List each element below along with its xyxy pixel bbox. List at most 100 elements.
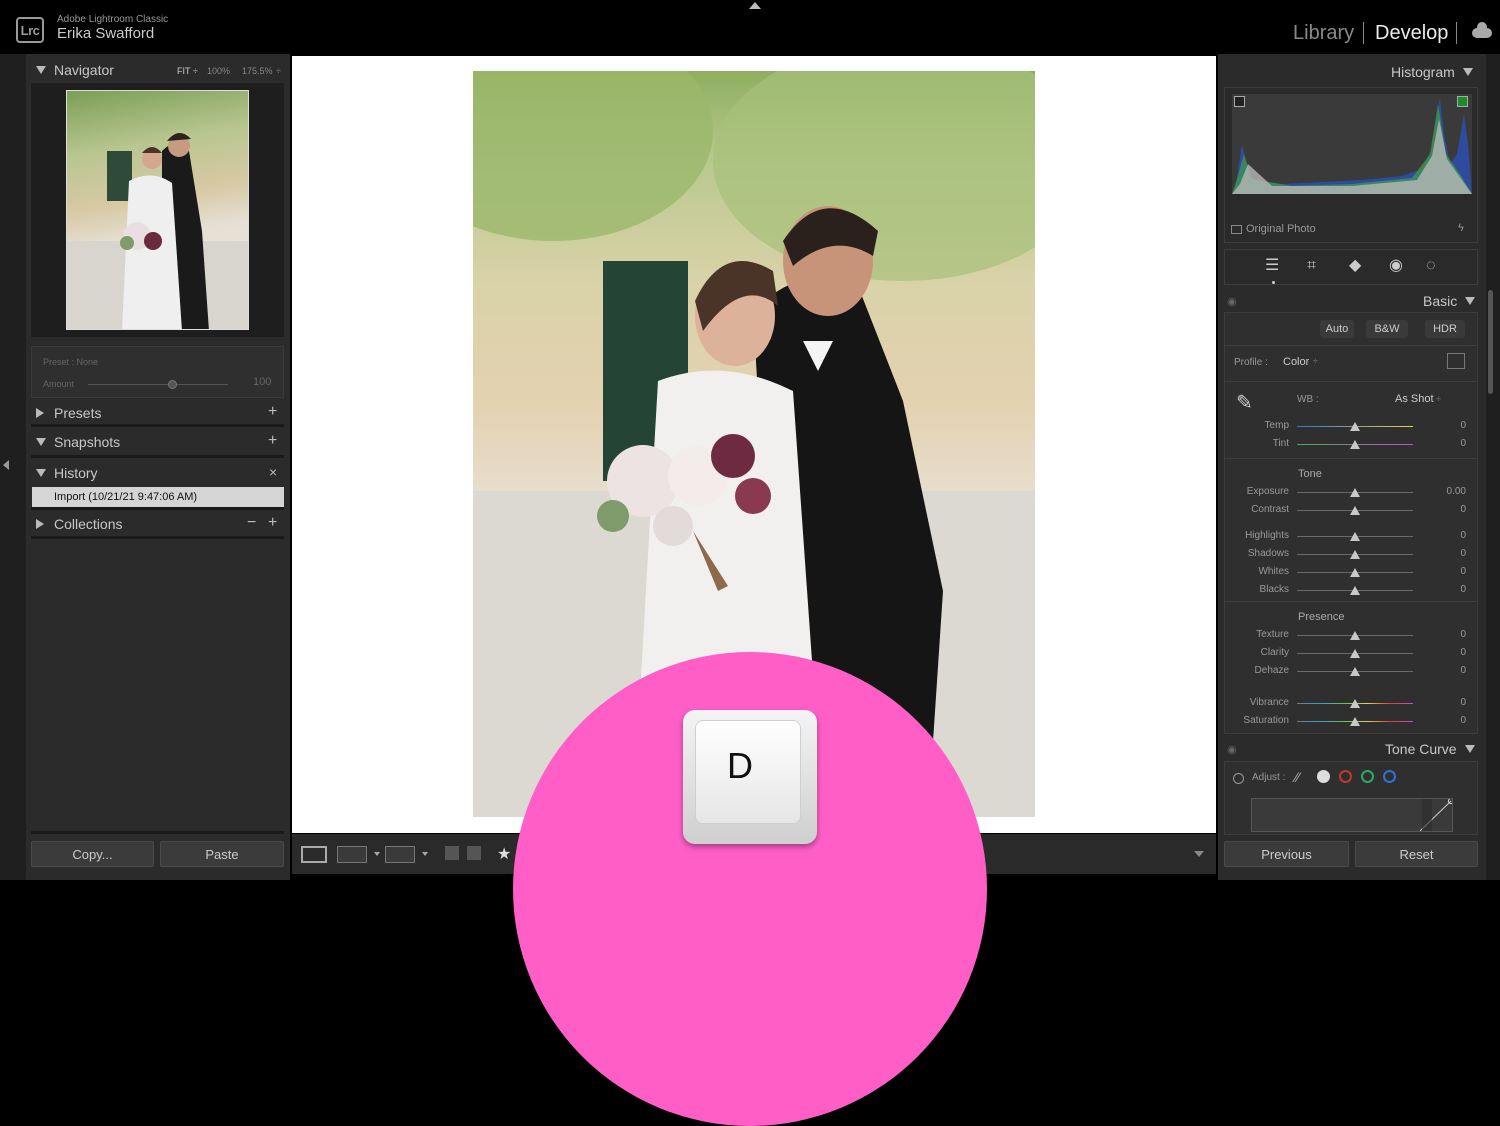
collections-header[interactable]: Collections (36, 516, 122, 532)
swap-dropdown-icon[interactable] (422, 852, 428, 856)
tonecurve-header[interactable]: Tone Curve (1385, 741, 1475, 757)
left-panel-toggle-icon[interactable] (3, 460, 9, 470)
divider (31, 536, 284, 539)
presets-header[interactable]: Presets (36, 405, 101, 421)
red-channel-icon[interactable] (1339, 770, 1352, 783)
zoom-more-arrow[interactable]: ÷ (276, 66, 281, 76)
profile-label: Profile : (1234, 357, 1268, 368)
shadow-clipping-icon[interactable] (1234, 96, 1245, 107)
reject-flag-icon[interactable] (467, 846, 481, 860)
masking-icon[interactable]: ◌ (1426, 258, 1436, 274)
history-header[interactable]: History (36, 465, 98, 481)
top-panel-toggle-icon[interactable] (749, 2, 761, 9)
add-collection-icon[interactable]: + (268, 514, 277, 532)
blue-channel-icon[interactable] (1383, 770, 1396, 783)
clear-history-icon[interactable]: × (269, 464, 277, 480)
profile-browser-icon[interactable] (1447, 353, 1465, 369)
temp-slider-knob[interactable] (1350, 422, 1360, 431)
eyedropper-icon[interactable]: ✎ (1236, 390, 1266, 416)
zoom-175[interactable]: 175.5% (242, 66, 273, 76)
auto-button[interactable]: Auto (1320, 320, 1354, 338)
crop-icon[interactable]: ⌗ (1307, 258, 1316, 274)
contrast-slider-knob[interactable] (1350, 506, 1360, 515)
reset-button[interactable]: Reset (1355, 841, 1478, 867)
texture-slider-knob[interactable] (1350, 631, 1360, 640)
remove-collection-icon[interactable]: − (247, 514, 256, 532)
preset-label: Preset : None (43, 357, 99, 367)
zoom-100[interactable]: 100% (207, 66, 230, 76)
pick-flag-icon[interactable] (445, 846, 459, 860)
tint-slider-knob[interactable] (1350, 440, 1360, 449)
amount-slider-knob[interactable] (168, 380, 177, 389)
highlights-label: Highlights (1245, 530, 1289, 541)
history-item[interactable]: Import (10/21/21 9:47:06 AM) (32, 487, 284, 507)
add-snapshot-icon[interactable]: + (268, 432, 277, 450)
profile-dropdown-arrow[interactable]: ÷ (1313, 356, 1318, 366)
collapse-triangle-icon (1462, 68, 1473, 76)
before-after-lr-icon[interactable] (337, 846, 367, 863)
highlight-clipping-icon[interactable] (1457, 96, 1468, 107)
module-develop[interactable]: Develop (1375, 22, 1448, 45)
hdr-button[interactable]: HDR (1425, 320, 1465, 338)
right-panel-scrollbar[interactable] (1488, 290, 1493, 394)
paste-button[interactable]: Paste (160, 841, 284, 867)
saturation-slider-knob[interactable] (1350, 717, 1360, 726)
saturation-value: 0 (1460, 715, 1466, 726)
target-adjust-icon[interactable] (1233, 773, 1244, 784)
histogram-header[interactable]: Histogram (1391, 64, 1473, 80)
before-after-swap-icon[interactable] (385, 846, 415, 863)
shadows-slider-knob[interactable] (1350, 550, 1360, 559)
histogram-graph[interactable] (1232, 94, 1472, 194)
collapse-triangle-icon (36, 438, 46, 446)
snapshots-header[interactable]: Snapshots (36, 434, 120, 450)
wb-dropdown-arrow[interactable]: ÷ (1436, 394, 1441, 404)
rgb-channel-icon[interactable] (1317, 770, 1330, 783)
basic-header[interactable]: Basic (1423, 293, 1476, 309)
rating-star-icon[interactable]: ★ (497, 844, 511, 864)
navigator-thumbnail[interactable] (66, 90, 249, 330)
basic-title: Basic (1423, 293, 1458, 309)
clarity-value: 0 (1460, 647, 1466, 658)
before-after-dropdown-icon[interactable] (374, 852, 380, 856)
wb-value[interactable]: As Shot (1395, 393, 1434, 405)
previous-button[interactable]: Previous (1224, 841, 1349, 867)
add-preset-icon[interactable]: + (268, 403, 277, 421)
basic-visibility-eye-icon[interactable]: ◉ (1227, 295, 1237, 308)
healing-icon[interactable]: ◆ (1349, 258, 1361, 274)
lightning-icon[interactable]: ϟ (1458, 222, 1464, 234)
module-library[interactable]: Library (1293, 22, 1354, 45)
amount-label: Amount (43, 379, 75, 389)
vibrance-value: 0 (1460, 697, 1466, 708)
profile-value[interactable]: Color (1283, 356, 1309, 368)
red-eye-icon[interactable]: ◉ (1389, 258, 1403, 274)
tone-title: Tone (1298, 468, 1322, 480)
tint-label: Tint (1272, 438, 1289, 449)
whites-slider-knob[interactable] (1350, 568, 1360, 577)
exposure-slider-knob[interactable] (1350, 488, 1360, 497)
loupe-view-icon[interactable] (301, 846, 327, 863)
dehaze-slider-knob[interactable] (1350, 667, 1360, 676)
tone-curve-graph[interactable] (1251, 798, 1454, 832)
cloud-sync-icon[interactable] (1472, 22, 1492, 38)
active-tool-indicator (1272, 281, 1275, 284)
tonecurve-title: Tone Curve (1385, 741, 1457, 757)
clarity-slider-knob[interactable] (1350, 649, 1360, 658)
bw-button[interactable]: B&W (1366, 320, 1408, 338)
blacks-slider-knob[interactable] (1350, 586, 1360, 595)
vibrance-slider-knob[interactable] (1350, 699, 1360, 708)
divider (31, 424, 284, 427)
toolbar-menu-icon[interactable] (1194, 851, 1204, 857)
copy-button[interactable]: Copy... (31, 841, 154, 867)
shadows-label: Shadows (1247, 548, 1289, 559)
navigator-header[interactable]: Navigator (36, 62, 114, 78)
app-name: Adobe Lightroom Classic (57, 14, 169, 25)
zoom-fit[interactable]: FIT ÷ (177, 66, 198, 76)
parametric-curve-icon[interactable]: ⁄⁄ (1295, 769, 1300, 785)
original-photo-checkbox[interactable] (1231, 225, 1242, 234)
tonecurve-visibility-eye-icon[interactable]: ◉ (1227, 743, 1237, 756)
highlights-slider-knob[interactable] (1350, 532, 1360, 541)
whites-label: Whites (1258, 566, 1289, 577)
amount-slider[interactable] (88, 384, 228, 385)
edit-sliders-icon[interactable]: ☰ (1265, 258, 1279, 274)
green-channel-icon[interactable] (1361, 770, 1374, 783)
